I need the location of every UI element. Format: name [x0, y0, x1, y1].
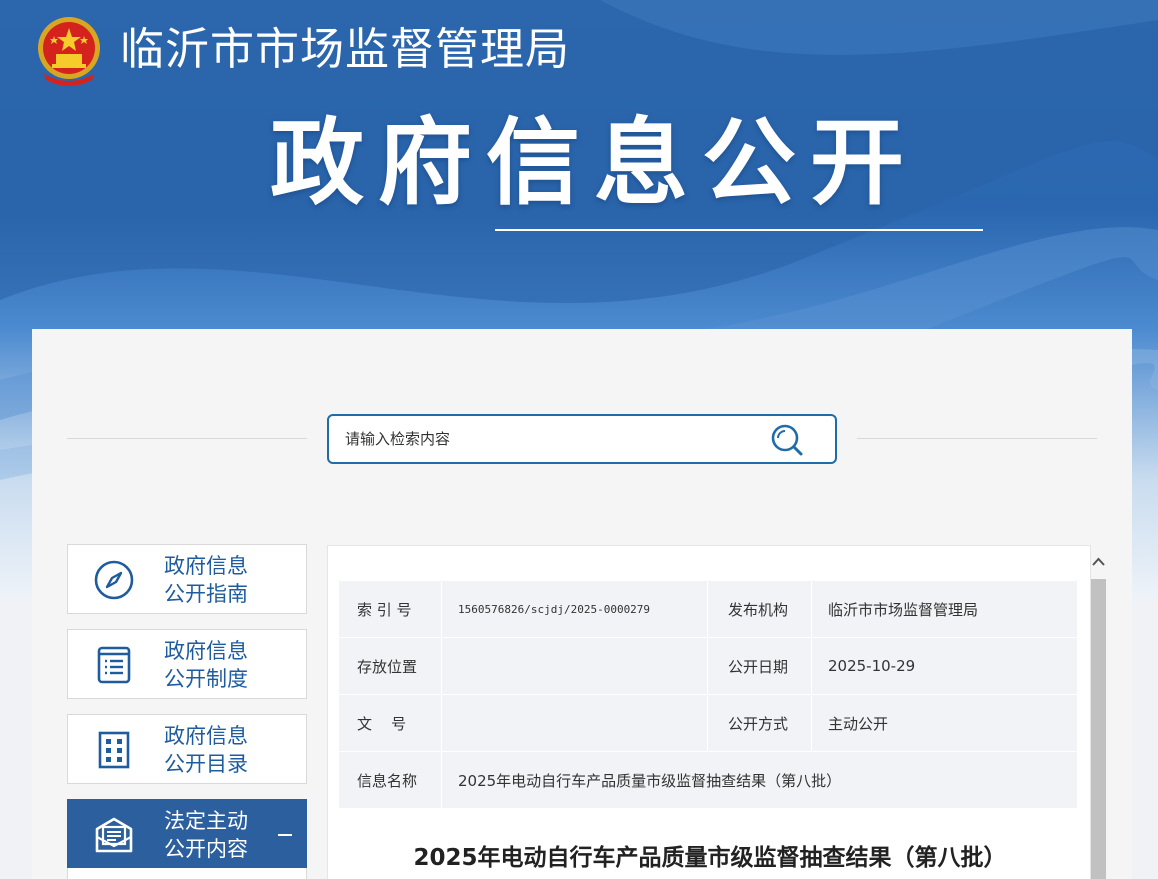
table-row: 存放位置 公开日期 2025-10-29 — [338, 637, 1078, 695]
doc-no-value — [441, 694, 708, 752]
table-row: 文 号 公开方式 主动公开 — [338, 694, 1078, 752]
sidebar-item-label: 政府信息 公开目录 — [164, 724, 248, 776]
section-title: 政府信息公开 — [270, 109, 919, 218]
name-value: 2025年电动自行车产品质量市级监督抽查结果（第八批） — [441, 751, 1078, 809]
search-divider-left — [67, 438, 307, 439]
location-label: 存放位置 — [338, 637, 442, 695]
publisher-value: 临沂市市场监督管理局 — [811, 580, 1078, 638]
date-value: 2025-10-29 — [811, 637, 1078, 695]
sidebar-submenu — [67, 868, 307, 879]
index-no-value: 1560576826/scjdj/2025-0000279 — [441, 580, 708, 638]
metadata-table: 索 引 号 1560576826/scjdj/2025-0000279 发布机构… — [338, 580, 1078, 809]
scrollbar-thumb[interactable] — [1091, 579, 1106, 879]
date-label: 公开日期 — [707, 637, 812, 695]
search-divider-right — [857, 438, 1097, 439]
method-value: 主动公开 — [811, 694, 1078, 752]
national-emblem-icon — [38, 17, 100, 86]
search-button[interactable] — [767, 422, 807, 458]
table-row: 信息名称 2025年电动自行车产品质量市级监督抽查结果（第八批） — [338, 751, 1078, 809]
search-icon — [771, 424, 803, 456]
newspaper-icon — [95, 817, 133, 853]
doc-no-label: 文 号 — [338, 694, 442, 752]
sidebar-item-guide[interactable]: 政府信息 公开指南 — [67, 544, 307, 614]
location-value — [441, 637, 708, 695]
title-underline — [495, 229, 983, 231]
search-input[interactable] — [345, 426, 765, 452]
main-panel: 政府信息 公开指南 政府信息 公开制度 政府信息 公开目录 — [32, 329, 1132, 879]
table-row: 索 引 号 1560576826/scjdj/2025-0000279 发布机构… — [338, 580, 1078, 638]
sidebar-item-system[interactable]: 政府信息 公开制度 — [67, 629, 307, 699]
sidebar-item-catalog[interactable]: 政府信息 公开目录 — [67, 714, 307, 784]
search-box — [327, 414, 837, 464]
publisher-label: 发布机构 — [707, 580, 812, 638]
sidebar-item-label: 政府信息 公开制度 — [164, 639, 248, 691]
content-card: 索 引 号 1560576826/scjdj/2025-0000279 发布机构… — [327, 545, 1091, 879]
collapse-icon[interactable] — [278, 834, 292, 836]
index-no-label: 索 引 号 — [338, 580, 442, 638]
chevron-up-icon — [1092, 557, 1105, 566]
sidebar-item-statutory[interactable]: 法定主动 公开内容 — [67, 799, 307, 869]
method-label: 公开方式 — [707, 694, 812, 752]
agency-name: 临沂市市场监督管理局 — [120, 24, 570, 75]
scroll-up-button[interactable] — [1091, 545, 1106, 577]
catalog-grid-icon — [98, 731, 130, 769]
sidebar-item-label: 法定主动 公开内容 — [164, 809, 248, 861]
document-list-icon — [97, 646, 131, 684]
sidebar-item-label: 政府信息 公开指南 — [164, 554, 248, 606]
compass-icon — [94, 560, 134, 600]
name-label: 信息名称 — [338, 751, 442, 809]
article-title: 2025年电动自行车产品质量市级监督抽查结果（第八批） — [413, 845, 1007, 871]
